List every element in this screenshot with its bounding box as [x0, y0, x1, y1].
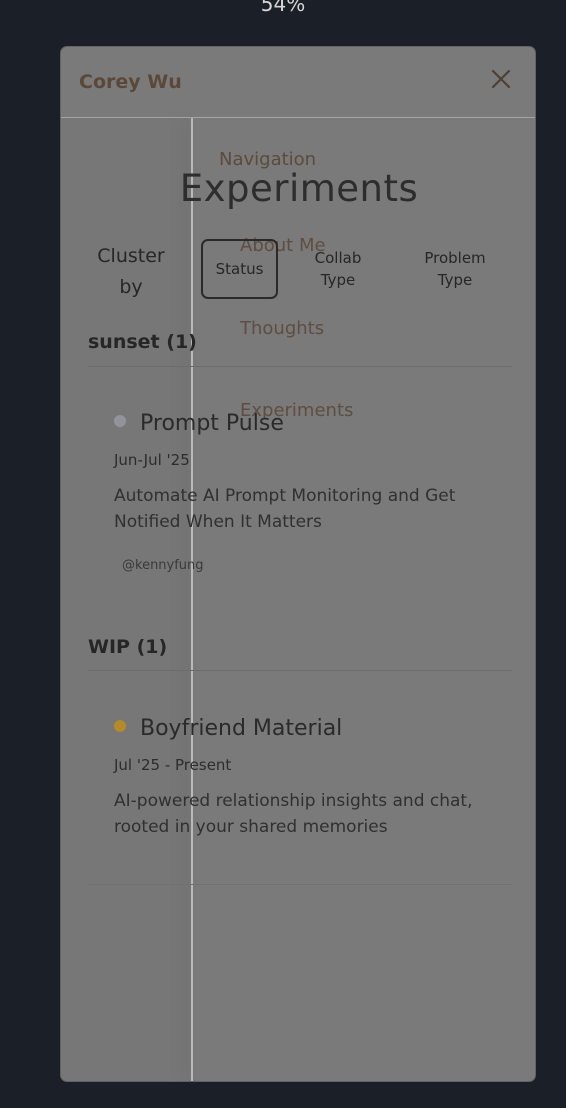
nav-drawer-edge — [191, 118, 193, 1081]
group-title-sunset: sunset (1) — [88, 331, 197, 353]
status-dot — [114, 720, 126, 732]
cluster-option-status[interactable]: Status — [201, 239, 278, 299]
experiment-description: Automate AI Prompt Monitoring and Get No… — [114, 486, 456, 532]
zoom-level: 54% — [260, 0, 306, 16]
site-brand[interactable]: Corey Wu — [79, 71, 182, 93]
page-title: Experiments — [179, 167, 419, 210]
group-title-wip: WIP (1) — [88, 636, 168, 658]
app-window: Corey Wu Experiments Navigation About Me… — [60, 46, 536, 1082]
experiment-title-boyfriend-material[interactable]: Boyfriend Material — [114, 716, 342, 741]
navigation-heading: Navigation — [219, 149, 317, 170]
section-divider — [88, 884, 512, 885]
header: Corey Wu — [61, 47, 535, 118]
experiment-title-prompt-pulse[interactable]: Prompt Pulse — [114, 411, 284, 436]
cluster-by-label: Cluster by — [97, 245, 165, 298]
cluster-option-problem-type[interactable]: Problem Type — [409, 239, 501, 299]
close-button[interactable] — [487, 65, 515, 93]
close-icon — [491, 69, 511, 89]
nav-link-thoughts[interactable]: Thoughts — [240, 318, 324, 339]
experiment-date: Jun-Jul '25 — [114, 451, 190, 469]
experiment-date: Jul '25 - Present — [114, 756, 232, 774]
cluster-option-collab-type[interactable]: Collab Type — [297, 239, 379, 299]
collaborator-tag[interactable]: @kennyfung — [122, 558, 204, 573]
status-dot — [114, 415, 126, 427]
experiment-description: AI-powered relationship insights and cha… — [114, 791, 473, 837]
group-divider — [88, 670, 512, 671]
group-divider — [88, 366, 512, 367]
